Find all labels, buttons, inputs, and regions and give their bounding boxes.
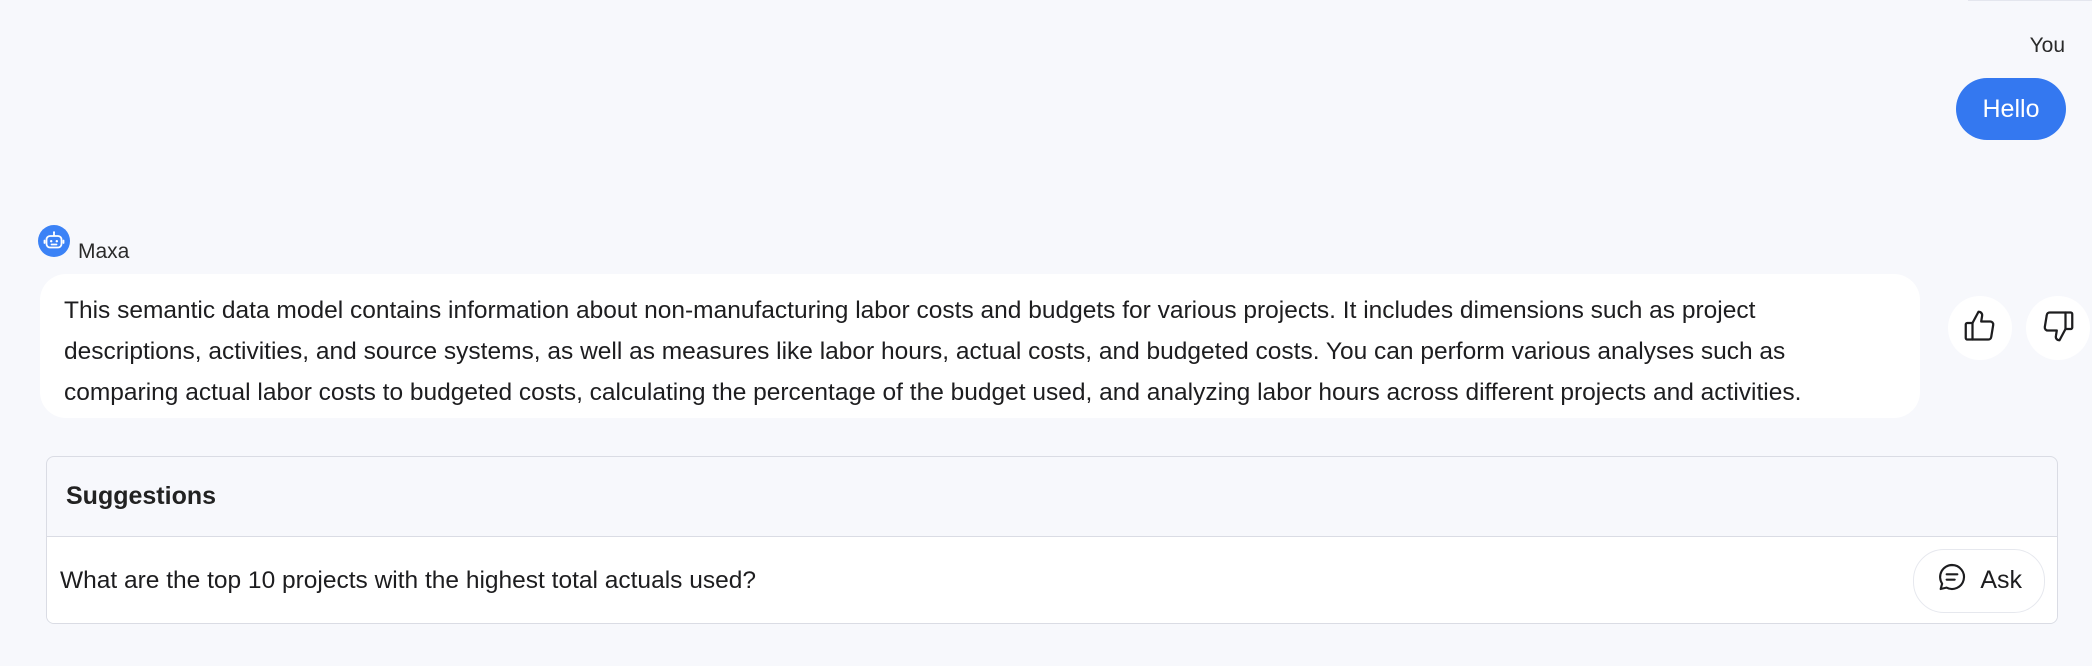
chat-bubble-icon bbox=[1936, 561, 1968, 600]
ask-button[interactable]: Ask bbox=[1913, 548, 2045, 613]
suggestion-text: What are the top 10 projects with the hi… bbox=[60, 566, 756, 594]
bot-message-bubble: This semantic data model contains inform… bbox=[40, 274, 1920, 418]
suggestions-panel: Suggestions What are the top 10 projects… bbox=[46, 456, 2058, 624]
bot-message-header: Maxa bbox=[38, 218, 129, 264]
thumbs-down-icon bbox=[2040, 308, 2076, 349]
top-edge-divider bbox=[1968, 0, 2092, 3]
thumbs-up-icon bbox=[1962, 308, 1998, 349]
suggestion-item: What are the top 10 projects with the hi… bbox=[47, 537, 2057, 623]
dislike-button[interactable] bbox=[2026, 296, 2090, 360]
ask-button-label: Ask bbox=[1980, 566, 2022, 594]
user-sender-name: You bbox=[2029, 34, 2065, 57]
user-message-bubble: Hello bbox=[1956, 78, 2066, 140]
bot-sender-name: Maxa bbox=[78, 240, 130, 263]
suggestions-title: Suggestions bbox=[47, 457, 2057, 537]
like-button[interactable] bbox=[1948, 296, 2012, 360]
robot-icon bbox=[38, 225, 70, 257]
